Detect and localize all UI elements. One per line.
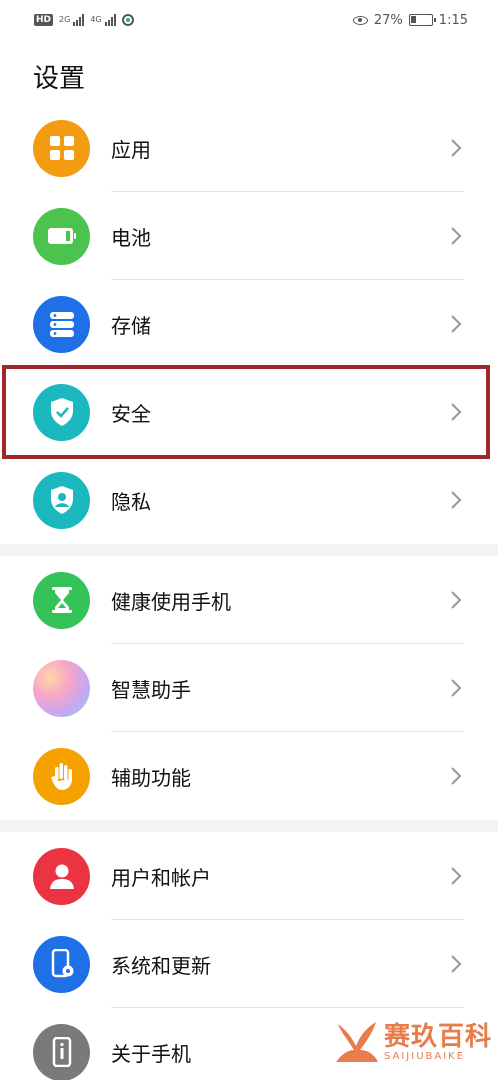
settings-item-storage[interactable]: 存储 (0, 280, 498, 368)
highlight-box (2, 365, 490, 459)
chevron-right-icon (451, 227, 462, 245)
chevron-right-icon (451, 867, 462, 885)
phone-info-icon (33, 1023, 90, 1080)
settings-item-accessibility[interactable]: 辅助功能 (0, 732, 498, 820)
settings-item-smart-assistant[interactable]: 智慧助手 (0, 644, 498, 732)
battery-icon (408, 14, 436, 26)
chevron-right-icon (451, 679, 462, 697)
settings-item-label: 存储 (111, 313, 151, 338)
hand-icon (33, 747, 90, 805)
apps-icon (33, 119, 90, 177)
signal-icon (73, 14, 85, 26)
battery-percent: 27% (373, 12, 403, 28)
settings-item-system-update[interactable]: 系统和更新 (0, 920, 498, 1008)
settings-item-label: 隐私 (111, 489, 151, 514)
sim2-network-tag: 4G (90, 15, 102, 24)
watermark: 赛玖百科 SAIJIUBAIKE (334, 1018, 492, 1066)
sim1-network-tag: 2G (59, 15, 71, 24)
chevron-right-icon (451, 955, 462, 973)
status-left: HD 2G 4G (34, 14, 134, 26)
clock: 1:15 (438, 12, 468, 28)
watermark-main: 赛玖百科 (383, 1021, 492, 1052)
settings-item-label: 智慧助手 (111, 677, 191, 702)
chevron-right-icon (451, 767, 462, 785)
chevron-right-icon (451, 139, 462, 157)
hd-icon: HD (34, 14, 54, 26)
watermark-text: 赛玖百科 SAIJIUBAIKE (384, 1023, 492, 1062)
signal-icon (104, 14, 116, 26)
settings-item-label: 辅助功能 (111, 765, 191, 790)
settings-item-digital-balance[interactable]: 健康使用手机 (0, 556, 498, 644)
assistant-icon (33, 659, 90, 717)
phone-gear-icon (33, 935, 90, 993)
privacy-icon (33, 471, 90, 529)
settings-item-apps[interactable]: 应用 (0, 104, 498, 192)
settings-list: 应用 电池 存储 安全 隐私 健康使用手机 智慧助手 辅助功能 用户和帐户 系统… (0, 104, 498, 1080)
user-icon (33, 847, 90, 905)
settings-item-label: 关于手机 (111, 1041, 191, 1066)
settings-item-users-accounts[interactable]: 用户和帐户 (0, 832, 498, 920)
page-title: 设置 (33, 64, 86, 94)
chevron-right-icon (451, 315, 462, 333)
settings-item-privacy[interactable]: 隐私 (0, 456, 498, 544)
settings-item-label: 用户和帐户 (111, 865, 211, 890)
settings-item-label: 电池 (111, 225, 151, 250)
chevron-right-icon (451, 591, 462, 609)
eye-icon (352, 15, 368, 25)
hourglass-icon (33, 571, 90, 629)
battery-icon (33, 207, 90, 265)
status-right: 27% 1:15 (352, 12, 468, 28)
settings-item-label: 应用 (111, 137, 151, 162)
settings-item-battery[interactable]: 电池 (0, 192, 498, 280)
watermark-logo (335, 1022, 378, 1062)
nfc-icon (121, 14, 134, 26)
settings-item-label: 系统和更新 (111, 953, 211, 978)
settings-item-label: 健康使用手机 (111, 589, 231, 614)
group-separator (0, 544, 498, 556)
chevron-right-icon (451, 491, 462, 509)
watermark-sub: SAIJIUBAIKE (383, 1050, 466, 1062)
group-separator (0, 820, 498, 832)
status-bar: HD 2G 4G 27% 1:15 (0, 0, 498, 40)
storage-icon (33, 295, 90, 353)
